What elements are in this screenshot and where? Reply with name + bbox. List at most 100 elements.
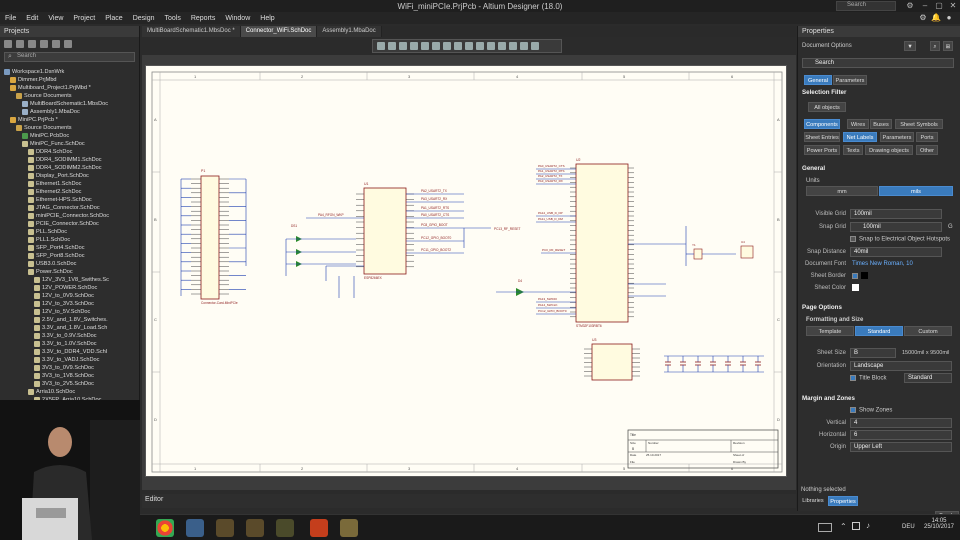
checkbox-icon[interactable] [850, 407, 856, 413]
filter-drawing-objects-button[interactable]: Drawing objects [865, 145, 913, 155]
net-label[interactable]: PA11_USB_D_DM [538, 217, 563, 221]
tree-item[interactable]: 12V_to_0V9.SchDoc [0, 292, 139, 300]
net-label[interactable]: PC11_GPIO_BOOT2 [421, 248, 451, 252]
sheet-color-swatch[interactable] [852, 284, 859, 291]
menu-edit[interactable]: Edit [21, 15, 43, 22]
move-icon[interactable] [388, 42, 396, 50]
net-label[interactable]: PC0_RF_RESET [542, 248, 565, 252]
crystal-y1[interactable]: Y1 [685, 226, 736, 266]
custom-button[interactable]: Custom [904, 326, 952, 336]
menu-tools[interactable]: Tools [160, 15, 186, 22]
tree-item[interactable]: 3V3_to_1V8.SchDoc [0, 372, 139, 380]
folder-icon[interactable] [40, 40, 48, 48]
net-label[interactable]: PC12_GPIO_BOOT0 [421, 236, 452, 240]
gear-icon[interactable]: ⚙ [918, 13, 928, 23]
projects-search-input[interactable]: Search [4, 52, 135, 62]
tree-item[interactable]: DDR4_SODIMM2.SchDoc [0, 164, 139, 172]
menu-design[interactable]: Design [128, 15, 160, 22]
title-block-select[interactable]: Standard [904, 373, 952, 383]
tab-parameters[interactable]: Parameters [833, 75, 867, 85]
tree-item[interactable]: Display_Port.SchDoc [0, 172, 139, 180]
snap-grid-input[interactable]: 100mil [850, 222, 942, 232]
units-mm-button[interactable]: mm [806, 186, 878, 196]
tree-item[interactable]: 3.3V_to_VADJ.SchDoc [0, 356, 139, 364]
menu-project[interactable]: Project [68, 15, 100, 22]
net-label[interactable]: PA0_USART2_CTS [421, 213, 449, 217]
volume-icon[interactable]: ♪ [866, 521, 870, 530]
network-icon[interactable] [852, 522, 860, 530]
bus-icon[interactable] [432, 42, 440, 50]
tree-item[interactable]: 12V_to_5V.SchDoc [0, 308, 139, 316]
minimize-button[interactable]: – [918, 0, 932, 12]
tree-item[interactable]: 3V3_to_0V9.SchDoc [0, 364, 139, 372]
template-button[interactable]: Template [806, 326, 854, 336]
document-font-link[interactable]: Times New Roman, 10 [852, 261, 913, 267]
show-zones-checkbox[interactable]: Show Zones [850, 407, 892, 414]
tree-item[interactable]: DDR4_SODIMM1.SchDoc [0, 156, 139, 164]
keyboard-icon[interactable] [818, 523, 832, 532]
directive-icon[interactable] [498, 42, 506, 50]
altium-icon[interactable] [246, 519, 264, 537]
tree-item[interactable]: DDR4.SchDoc [0, 148, 139, 156]
menu-place[interactable]: Place [100, 15, 128, 22]
tree-item[interactable]: MiniPC_Func.SchDoc [0, 140, 139, 148]
tree-item[interactable]: Dimmer.PrjMbd [0, 76, 139, 84]
tree-item[interactable]: SFP_Port8.SchDoc [0, 252, 139, 260]
chip-u3[interactable]: U3 [584, 338, 640, 381]
net-label[interactable]: PA1_USART2_RTS [421, 206, 449, 210]
libraries-tab[interactable]: Libraries [799, 496, 827, 506]
tree-item[interactable]: 3.3V_to_1.0V.SchDoc [0, 340, 139, 348]
tree-item[interactable]: MultiBoardSchematic1.MbsDoc [0, 100, 139, 108]
tray-up-icon[interactable]: ⌃ [840, 522, 847, 531]
filter-other-button[interactable]: Other [916, 145, 938, 155]
capacitor-bank[interactable] [664, 355, 764, 373]
page-options-header[interactable]: Page Options [802, 304, 842, 311]
language-indicator[interactable]: DEU [902, 524, 915, 530]
filter-net-labels-button[interactable]: Net Labels [843, 132, 877, 142]
snap-electrical-checkbox[interactable]: Snap to Electrical Object Hotspots [850, 236, 950, 243]
tab-connector-wifi[interactable]: Connector_WiFi.SchDoc [240, 26, 318, 37]
close-button[interactable]: ✕ [946, 0, 960, 12]
regulator-u4[interactable]: U4 [740, 240, 754, 259]
all-objects-button[interactable]: All objects [808, 102, 846, 112]
origin-select[interactable]: Upper Left [850, 442, 952, 452]
filter-buses-button[interactable]: Buses [870, 119, 892, 129]
tree-item[interactable]: Source Documents [0, 92, 139, 100]
vertical-input[interactable]: 4 [850, 418, 952, 428]
refresh-icon[interactable] [52, 40, 60, 48]
net-label[interactable]: PA3_USART2_RX [538, 179, 563, 183]
altium-designer-icon[interactable] [340, 519, 358, 537]
connector-p1[interactable]: P1 Connector-Card-MiniPCIe [191, 169, 238, 305]
general-header[interactable]: General [802, 165, 825, 172]
global-search-input[interactable]: Search [836, 1, 896, 11]
filter-wires-button[interactable]: Wires [847, 119, 869, 129]
horizontal-input[interactable]: 6 [850, 430, 952, 440]
tree-item[interactable]: 12V_to_3V3.SchDoc [0, 300, 139, 308]
pin-icon[interactable]: ⊞ [943, 41, 953, 51]
tree-item[interactable]: Ethernet2.SchDoc [0, 188, 139, 196]
tree-item[interactable]: Multiboard_Project1.PrjMbd * [0, 84, 139, 92]
checkbox-icon[interactable] [850, 375, 856, 381]
filter-power-ports-button[interactable]: Power Ports [804, 145, 840, 155]
tree-item[interactable]: Workspace1.DsnWrk [0, 68, 139, 76]
schematic-canvas[interactable]: 1 2 3 4 5 6 1 2 3 4 5 6 A B C D A B C D … [142, 55, 796, 490]
part-icon[interactable] [465, 42, 473, 50]
align-icon[interactable] [410, 42, 418, 50]
filter-sheet-symbols-button[interactable]: Sheet Symbols [895, 119, 943, 129]
harness-icon[interactable] [531, 42, 539, 50]
powerpoint-icon[interactable] [310, 519, 328, 537]
net-label[interactable]: PC8_GPIO_BOOT [421, 223, 448, 227]
filter-components-button[interactable]: Components [804, 119, 840, 129]
filter-ports-button[interactable]: Ports [916, 132, 938, 142]
menu-window[interactable]: Window [220, 15, 255, 22]
menu-file[interactable]: File [0, 15, 21, 22]
netlabel-icon[interactable] [443, 42, 451, 50]
sheet-border-color[interactable] [861, 272, 868, 279]
filter-sheet-entries-button[interactable]: Sheet Entries [804, 132, 840, 142]
checkbox-icon[interactable] [850, 236, 856, 242]
menu-reports[interactable]: Reports [186, 15, 221, 22]
editor-tab[interactable]: Editor [142, 494, 166, 505]
properties-search-input[interactable]: Search [802, 58, 954, 68]
net-label[interactable]: PA0_USART2_CTS [538, 164, 565, 168]
tree-item[interactable]: 3.3V_to_DDR4_VDD.SchI [0, 348, 139, 356]
